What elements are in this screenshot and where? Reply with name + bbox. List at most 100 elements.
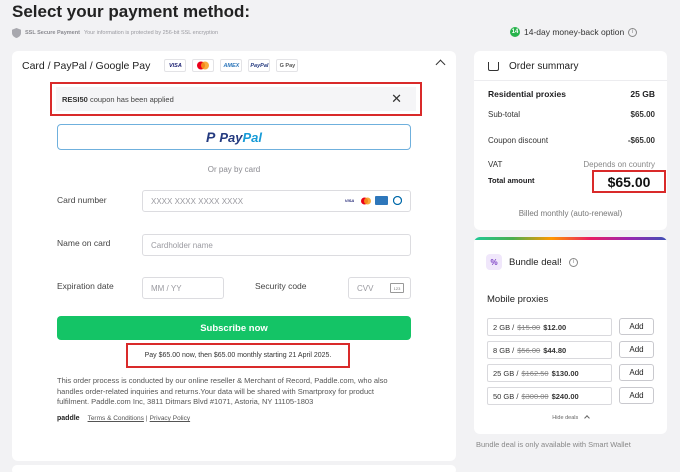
expiration-date-field[interactable]: MM / YY [142, 277, 224, 299]
chevron-up-icon[interactable] [435, 59, 446, 70]
info-icon[interactable]: i [628, 27, 638, 37]
order-summary-panel: Order summary Residential proxies 25 GB … [474, 51, 667, 230]
amex-icon: AMEX [220, 59, 243, 72]
diners-mini-icon [391, 196, 404, 205]
product-quantity: 25 GB [630, 89, 655, 99]
next-panel-edge [12, 465, 456, 472]
money-back-notice: 14 14-day money-back option i [510, 27, 638, 37]
vat-value: Depends on country [583, 160, 655, 169]
deal-option: 50 GB / $300.00 $240.00 [487, 387, 612, 405]
order-summary-title: Order summary [509, 61, 579, 72]
visa-mini-icon: VISA [344, 198, 355, 203]
paypal-p-icon: P [206, 129, 216, 145]
link-separator: | [145, 415, 148, 422]
security-code-label: Security code [255, 281, 307, 291]
coupon-discount-row: Coupon discount -$65.00 [488, 136, 655, 145]
coupon-message: RESI50 coupon has been applied [62, 95, 174, 104]
money-back-label: 14-day money-back option [524, 27, 625, 37]
deal-new-price: $44.80 [543, 345, 567, 355]
card-number-field[interactable]: XXXX XXXX XXXX XXXX VISA [142, 190, 411, 212]
amex-mini-icon [375, 196, 388, 205]
deal-size: 2 GB / [493, 322, 515, 332]
deal-new-price: $240.00 [551, 391, 579, 401]
name-on-card-label: Name on card [57, 238, 111, 248]
coupon-applied-notice: RESI50 coupon has been applied ✕ [56, 87, 416, 111]
bundle-deal-panel: % Bundle deal! i Mobile proxies 2 GB / $… [474, 237, 667, 434]
paypal-word-pay: Pay [219, 129, 243, 145]
privacy-link[interactable]: Privacy Policy [150, 415, 190, 422]
hide-deals-label: Hide deals [552, 415, 579, 421]
vat-row: VAT Depends on country [488, 160, 655, 169]
footer-links: paddle Terms & Conditions | Privacy Poli… [57, 415, 190, 422]
deal-old-price: $162.50 [521, 368, 549, 378]
subtotal-label: Sub-total [488, 110, 521, 119]
mobile-proxies-heading: Mobile proxies [487, 294, 549, 305]
product-name: Residential proxies [488, 89, 566, 99]
cvv-field[interactable]: CVV 123 [348, 277, 411, 299]
cart-icon [488, 62, 499, 71]
card-number-label: Card number [57, 195, 107, 205]
billing-cycle-note: Billed monthly (auto-renewal) [518, 209, 623, 218]
order-summary-header: Order summary [488, 61, 578, 72]
payment-methods-title: Card / PayPal / Google Pay [22, 59, 151, 72]
bundle-availability-note: Bundle deal is only available with Smart… [476, 440, 631, 449]
bundle-header: % Bundle deal! i [486, 254, 578, 270]
page-title: Select your payment method: [12, 2, 251, 21]
deal-option: 8 GB / $56.00 $44.80 [487, 341, 612, 359]
coupon-applied-highlight: RESI50 coupon has been applied ✕ [50, 82, 422, 116]
coupon-code: RESI50 [62, 94, 88, 104]
add-deal-button[interactable]: Add [619, 387, 654, 404]
shield-icon [12, 28, 21, 38]
cardholder-name-field[interactable]: Cardholder name [142, 234, 411, 256]
cvv-placeholder: CVV [357, 283, 374, 293]
paypal-button[interactable]: P Pay Pal [57, 124, 411, 150]
bundle-gradient-bar [474, 237, 667, 240]
deal-size: 25 GB / [493, 368, 519, 378]
ssl-secure-notice: SSL Secure Payment Your information is p… [12, 28, 218, 38]
ssl-title: SSL Secure Payment [25, 30, 80, 36]
deal-old-price: $56.00 [517, 345, 541, 355]
coupon-discount-label: Coupon discount [488, 136, 549, 145]
merchant-legal-text: This order process is conducted by our o… [57, 376, 388, 406]
cardholder-name-placeholder: Cardholder name [151, 240, 213, 250]
vat-label: VAT [488, 160, 503, 169]
paypal-word-pal: Pal [242, 129, 262, 145]
total-label: Total amount [488, 176, 535, 185]
card-number-placeholder: XXXX XXXX XXXX XXXX [151, 196, 244, 206]
hide-deals-toggle[interactable]: Hide deals [474, 415, 667, 421]
deal-size: 8 GB / [493, 345, 515, 355]
close-icon[interactable]: ✕ [391, 91, 402, 107]
card-brand-logos: VISA [343, 196, 404, 205]
deal-old-price: $15.00 [517, 322, 541, 332]
payment-schedule-note: Pay $65.00 now, then $65.00 monthly star… [126, 343, 350, 368]
info-icon[interactable]: i [568, 257, 578, 267]
mastercard-mini-icon [359, 196, 372, 205]
cvv-card-icon: 123 [390, 283, 404, 293]
bundle-title: Bundle deal! [509, 256, 562, 268]
subtotal-row: Sub-total $65.00 [488, 110, 655, 119]
coupon-text: coupon has been applied [87, 94, 174, 104]
mastercard-icon [192, 59, 215, 72]
deal-new-price: $12.00 [543, 322, 567, 332]
expiration-date-label: Expiration date [57, 281, 114, 291]
terms-link[interactable]: Terms & Conditions [88, 415, 144, 422]
payment-logos: VISA AMEX PayPal G Pay [164, 59, 299, 72]
coupon-discount-value: -$65.00 [627, 136, 655, 145]
add-deal-button[interactable]: Add [619, 318, 654, 335]
add-deal-button[interactable]: Add [619, 364, 654, 381]
subtotal-value: $65.00 [630, 110, 655, 119]
product-row: Residential proxies 25 GB [488, 89, 655, 99]
paddle-logo: paddle [57, 415, 80, 422]
subscribe-button[interactable]: Subscribe now [57, 316, 411, 340]
chevron-up-icon [583, 415, 590, 421]
summary-divider [474, 80, 667, 81]
expiration-placeholder: MM / YY [151, 283, 182, 293]
add-deal-button[interactable]: Add [619, 341, 654, 358]
google-pay-icon: G Pay [276, 59, 299, 72]
payment-methods-header[interactable]: Card / PayPal / Google Pay VISA AMEX Pay… [22, 59, 299, 72]
deal-old-price: $300.00 [521, 391, 549, 401]
percent-badge-icon: % [486, 254, 502, 270]
deal-new-price: $130.00 [551, 368, 579, 378]
paypal-logo-icon: PayPal [248, 59, 271, 72]
total-amount-value: $65.00 [592, 170, 666, 193]
